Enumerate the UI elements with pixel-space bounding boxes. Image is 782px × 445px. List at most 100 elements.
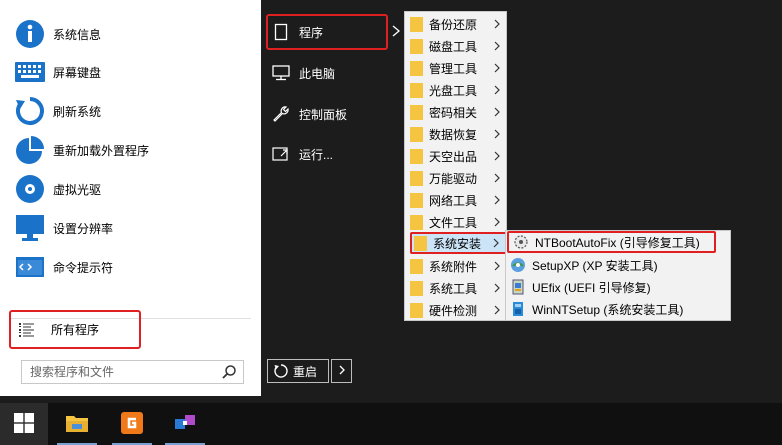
chevron-right-icon: [492, 194, 502, 206]
wrench-icon: [272, 105, 290, 123]
menu-item-virtual-drive[interactable]: 虚拟光驱: [0, 170, 261, 208]
keyboard-icon: [15, 57, 45, 87]
folder-icon: [410, 16, 423, 32]
menu-item-screen-keyboard[interactable]: 屏幕键盘: [0, 53, 261, 91]
submenu-item-file-tools[interactable]: 文件工具: [405, 211, 506, 233]
restart-button[interactable]: 重启: [267, 359, 329, 383]
taskbar: [0, 403, 782, 445]
windows-logo-icon: [14, 412, 34, 436]
power-restart-icon: [273, 363, 289, 379]
submenu2-item-label: WinNTSetup (系统安装工具): [532, 302, 684, 317]
submenu-item-label: 管理工具: [429, 61, 478, 76]
folder-icon: [410, 82, 423, 98]
chevron-right-icon: [492, 150, 502, 162]
chevron-right-icon: [389, 22, 403, 40]
menu-item-label: 系统信息: [53, 27, 102, 42]
submenu-item-system-install[interactable]: 系统安装: [410, 232, 507, 254]
submenu2-item-label: UEfix (UEFI 引导修复): [532, 280, 651, 295]
menu-item-label: 刷新系统: [53, 104, 102, 119]
submenu-item-label: 备份还原: [429, 17, 478, 32]
taskbar-app-file-explorer[interactable]: [53, 403, 101, 445]
submenu-item-label: 密码相关: [429, 105, 478, 120]
folder-icon: [410, 60, 423, 76]
programs-label: 程序: [299, 25, 324, 40]
restart-label: 重启: [293, 364, 318, 379]
restart-options-button[interactable]: [331, 359, 352, 383]
taskbar-app-partition-tool[interactable]: [161, 403, 209, 445]
winntsetup-icon: [510, 301, 526, 317]
submenu2-item-winntsetup[interactable]: WinNTSetup (系统安装工具): [506, 298, 730, 320]
uefix-icon: [510, 279, 526, 295]
chevron-right-icon: [492, 128, 502, 140]
setupxp-icon: [510, 257, 526, 273]
partition-tool-icon: [173, 411, 197, 438]
submenu2-item-label: NTBootAutoFix (引导修复工具): [535, 235, 700, 250]
submenu-item-label: 万能驱动: [429, 171, 478, 186]
submenu-item-system-accessories[interactable]: 系统附件: [405, 255, 506, 277]
submenu-item-system-tools[interactable]: 系统工具: [405, 277, 506, 299]
menu-item-label: 设置分辨率: [53, 221, 114, 236]
submenu-item-label: 系统安装: [433, 236, 482, 251]
this-pc-button[interactable]: 此电脑: [268, 56, 404, 90]
search-box[interactable]: [21, 360, 244, 384]
menu-item-reload-external[interactable]: 重新加载外置程序: [0, 131, 261, 169]
refresh-icon: [15, 96, 45, 126]
menu-item-set-resolution[interactable]: 设置分辨率: [0, 209, 261, 247]
search-input[interactable]: [30, 365, 221, 379]
submenu-item-label: 系统附件: [429, 259, 478, 274]
submenu2-item-ntbootautofix[interactable]: NTBootAutoFix (引导修复工具): [507, 231, 716, 253]
menu-item-label: 屏幕键盘: [53, 65, 102, 80]
submenu-item-label: 硬件检测: [429, 303, 478, 318]
this-pc-label: 此电脑: [299, 66, 336, 81]
control-panel-button[interactable]: 控制面板: [268, 97, 404, 131]
run-button[interactable]: 运行...: [268, 137, 404, 171]
restart-group: 重启: [267, 359, 352, 383]
folder-icon: [410, 148, 423, 164]
menu-item-refresh-system[interactable]: 刷新系统: [0, 92, 261, 130]
menu-item-label: 虚拟光驱: [53, 182, 102, 197]
submenu-item-disk-tools[interactable]: 磁盘工具: [405, 35, 506, 57]
folder-icon: [410, 258, 423, 274]
command-prompt-icon: [15, 252, 45, 282]
folder-icon: [410, 104, 423, 120]
submenu-item-backup[interactable]: 备份还原: [405, 13, 506, 35]
computer-icon: [272, 64, 290, 82]
submenu-item-data-recovery[interactable]: 数据恢复: [405, 123, 506, 145]
start-button[interactable]: [0, 403, 48, 445]
submenu-item-hardware-detect[interactable]: 硬件检测: [405, 299, 506, 321]
taskbar-app-diskgenius[interactable]: [108, 403, 156, 445]
submenu-item-network-tools[interactable]: 网络工具: [405, 189, 506, 211]
submenu-item-universal-driver[interactable]: 万能驱动: [405, 167, 506, 189]
chevron-right-icon: [492, 216, 502, 228]
submenu2-item-uefix[interactable]: UEfix (UEFI 引导修复): [506, 276, 730, 298]
all-programs-button[interactable]: 所有程序: [9, 310, 141, 349]
submenu2-item-setupxp[interactable]: SetupXP (XP 安装工具): [506, 254, 730, 276]
menu-item-command-prompt[interactable]: 命令提示符: [0, 248, 261, 286]
chevron-right-icon: [492, 172, 502, 184]
folder-icon: [410, 126, 423, 142]
chevron-right-icon: [492, 304, 502, 316]
submenu-item-label: 天空出品: [429, 149, 478, 164]
folder-icon: [410, 280, 423, 296]
submenu-item-label: 光盘工具: [429, 83, 478, 98]
submenu-item-management-tools[interactable]: 管理工具: [405, 57, 506, 79]
chevron-right-icon: [492, 260, 502, 272]
menu-item-system-info[interactable]: 系统信息: [0, 15, 261, 53]
submenu-item-label: 磁盘工具: [429, 39, 478, 54]
programs-button[interactable]: 程序: [266, 14, 388, 50]
list-icon: [19, 322, 35, 338]
submenu-item-tiankong[interactable]: 天空出品: [405, 145, 506, 167]
start-menu-left-panel: 系统信息 屏幕键盘 刷新系统 重新加载外置程序 虚拟光驱 设置分辨率 命令提示符…: [0, 0, 261, 396]
submenu-item-label: 文件工具: [429, 215, 478, 230]
chevron-right-icon: [492, 62, 502, 74]
ntbootautofix-icon: [513, 234, 529, 250]
submenu-item-password[interactable]: 密码相关: [405, 101, 506, 123]
folder-icon: [410, 214, 423, 230]
submenu-item-label: 系统工具: [429, 281, 478, 296]
menu-item-label: 重新加载外置程序: [53, 143, 150, 158]
info-icon: [15, 19, 45, 49]
search-icon: [221, 364, 237, 380]
disc-icon: [15, 174, 45, 204]
submenu-item-label: 网络工具: [429, 193, 478, 208]
submenu-item-optical-tools[interactable]: 光盘工具: [405, 79, 506, 101]
